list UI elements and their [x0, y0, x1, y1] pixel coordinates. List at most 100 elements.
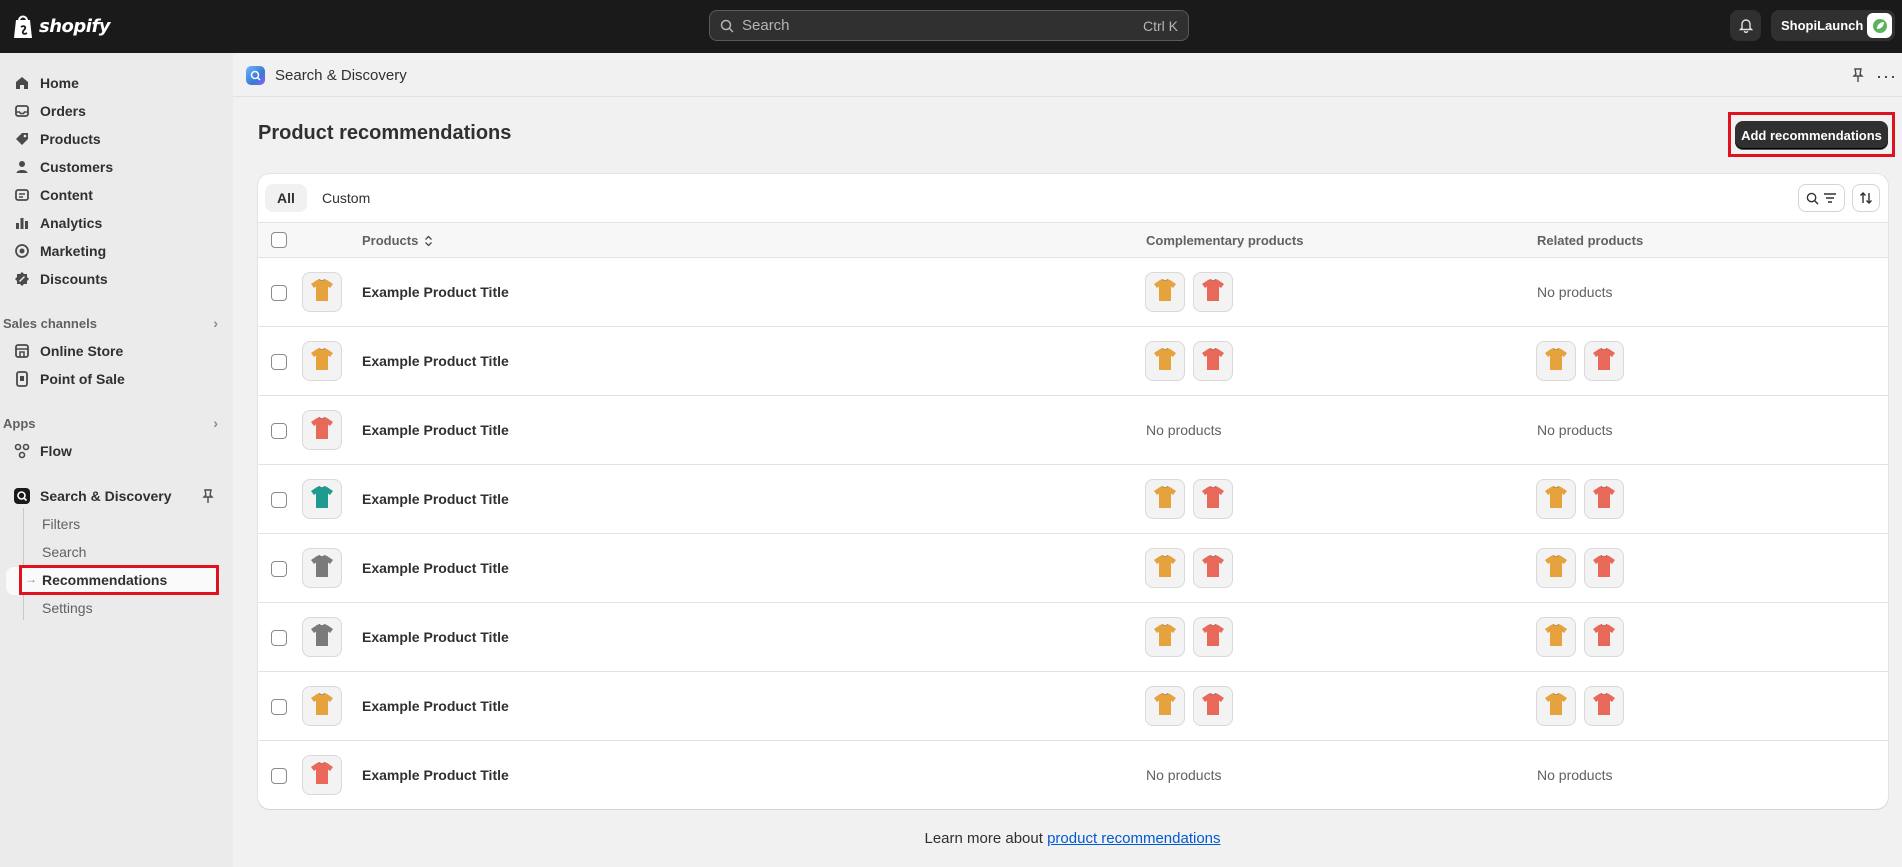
store-icon — [15, 344, 29, 358]
product-title[interactable]: Example Product Title — [362, 284, 509, 300]
pin-icon[interactable] — [1850, 67, 1866, 83]
related-thumbnail — [1536, 548, 1576, 588]
highlight-box — [19, 565, 219, 595]
search-filter-button[interactable] — [1798, 184, 1845, 212]
related-empty: No products — [1537, 284, 1613, 300]
product-thumbnail — [302, 341, 342, 381]
sidebar-subitem-settings[interactable]: Settings — [42, 597, 93, 619]
table-row[interactable]: Example Product Title No products No produ… — [258, 741, 1888, 809]
complementary-thumbnail — [1145, 617, 1185, 657]
shopify-logo[interactable]: shopify — [12, 12, 111, 40]
apps-header[interactable]: Apps › — [3, 414, 218, 432]
sidebar-subitem-search[interactable]: Search — [42, 541, 86, 563]
row-checkbox[interactable] — [271, 354, 287, 370]
related-thumbnail — [1584, 548, 1624, 588]
sidebar-item-products[interactable]: Products — [14, 127, 101, 151]
global-search-input[interactable]: Search Ctrl K — [709, 10, 1189, 41]
table-row[interactable]: Example Product Title No products No produ… — [258, 396, 1888, 465]
breadcrumb[interactable]: Search & Discovery — [246, 65, 407, 85]
learn-more-footer: Learn more about product recommendations — [0, 830, 1902, 847]
product-title[interactable]: Example Product Title — [362, 560, 509, 576]
product-thumbnail — [302, 272, 342, 312]
sidebar-item-customers[interactable]: Customers — [14, 155, 113, 179]
product-title[interactable]: Example Product Title — [362, 491, 509, 507]
product-thumbnail — [302, 686, 342, 726]
product-title[interactable]: Example Product Title — [362, 422, 509, 438]
row-checkbox[interactable] — [271, 630, 287, 646]
table-row[interactable]: Example Product Title — [258, 327, 1888, 396]
tab-all[interactable]: All — [265, 184, 307, 212]
product-title[interactable]: Example Product Title — [362, 629, 509, 645]
bar-chart-icon — [16, 218, 28, 229]
sidebar-item-home[interactable]: Home — [14, 71, 79, 95]
column-label: Products — [362, 233, 419, 248]
sidebar-item-online-store[interactable]: Online Store — [14, 339, 123, 363]
row-checkbox[interactable] — [271, 285, 287, 301]
table-row[interactable]: Example Product Title — [258, 534, 1888, 603]
table-row[interactable]: Example Product Title — [258, 465, 1888, 534]
tshirt-icon — [309, 415, 335, 446]
tshirt-icon — [1591, 553, 1617, 584]
learn-more-text: Learn more about — [924, 830, 1043, 847]
tab-custom[interactable]: Custom — [310, 184, 382, 212]
tshirt-icon — [1152, 346, 1178, 377]
target-icon — [15, 244, 29, 258]
logo-text: shopify — [39, 15, 111, 37]
product-title[interactable]: Example Product Title — [362, 767, 509, 783]
sidebar-item-label: Customers — [40, 159, 114, 175]
sidebar-item-label: Flow — [40, 443, 72, 459]
product-title[interactable]: Example Product Title — [362, 353, 509, 369]
sidebar-item-label: Content — [40, 187, 93, 203]
search-shortcut: Ctrl K — [1143, 17, 1178, 34]
sidebar-item-discounts[interactable]: Discounts — [14, 267, 108, 291]
sidebar-item-point-of-sale[interactable]: Point of Sale — [14, 367, 125, 391]
select-all-checkbox[interactable] — [271, 232, 287, 248]
inbox-icon — [15, 105, 29, 117]
related-thumbnail — [1584, 341, 1624, 381]
section-label: Apps — [3, 415, 36, 431]
header-divider — [233, 96, 1902, 97]
table-row[interactable]: Example Product Title — [258, 672, 1888, 741]
complementary-thumbnail — [1193, 617, 1233, 657]
search-icon — [1806, 192, 1819, 205]
sort-button[interactable] — [1852, 184, 1880, 212]
sidebar-item-marketing[interactable]: Marketing — [14, 239, 106, 263]
more-actions-icon[interactable]: ··· — [1876, 66, 1897, 87]
home-icon — [16, 77, 28, 89]
submenu-line — [23, 508, 24, 620]
complementary-empty: No products — [1146, 767, 1222, 783]
shopify-bag-icon — [14, 15, 32, 38]
sidebar-item-search-discovery[interactable]: Search & Discovery — [14, 484, 172, 508]
sidebar-item-flow[interactable]: Flow — [14, 439, 72, 463]
product-title[interactable]: Example Product Title — [362, 698, 509, 714]
column-products[interactable]: Products — [362, 233, 433, 248]
sort-toggle-icon — [425, 235, 433, 246]
tshirt-icon — [1543, 691, 1569, 722]
sidebar-item-orders[interactable]: Orders — [14, 99, 86, 123]
sales-channels-header[interactable]: Sales channels › — [3, 314, 218, 332]
leaf-icon — [1872, 18, 1887, 33]
related-empty: No products — [1537, 767, 1613, 783]
row-checkbox[interactable] — [271, 423, 287, 439]
notifications-button[interactable] — [1730, 10, 1761, 41]
row-checkbox[interactable] — [271, 768, 287, 784]
row-checkbox[interactable] — [271, 492, 287, 508]
store-menu-button[interactable]: ShopiLaunch — [1771, 10, 1895, 41]
table-row[interactable]: Example Product Title No products — [258, 258, 1888, 327]
sidebar-item-label: Search & Discovery — [40, 488, 172, 504]
tshirt-icon — [1543, 622, 1569, 653]
row-checkbox[interactable] — [271, 699, 287, 715]
product-recommendations-link[interactable]: product recommendations — [1047, 830, 1220, 847]
tshirt-icon — [1200, 277, 1226, 308]
tshirt-icon — [1200, 346, 1226, 377]
table-row[interactable]: Example Product Title — [258, 603, 1888, 672]
tshirt-icon — [1591, 484, 1617, 515]
flow-icon — [14, 443, 30, 459]
pin-icon[interactable] — [200, 488, 216, 504]
sidebar-item-analytics[interactable]: Analytics — [14, 211, 102, 235]
tag-icon — [16, 133, 28, 145]
related-thumbnail — [1536, 479, 1576, 519]
sidebar-item-content[interactable]: Content — [14, 183, 93, 207]
row-checkbox[interactable] — [271, 561, 287, 577]
sidebar-subitem-filters[interactable]: Filters — [42, 513, 80, 535]
